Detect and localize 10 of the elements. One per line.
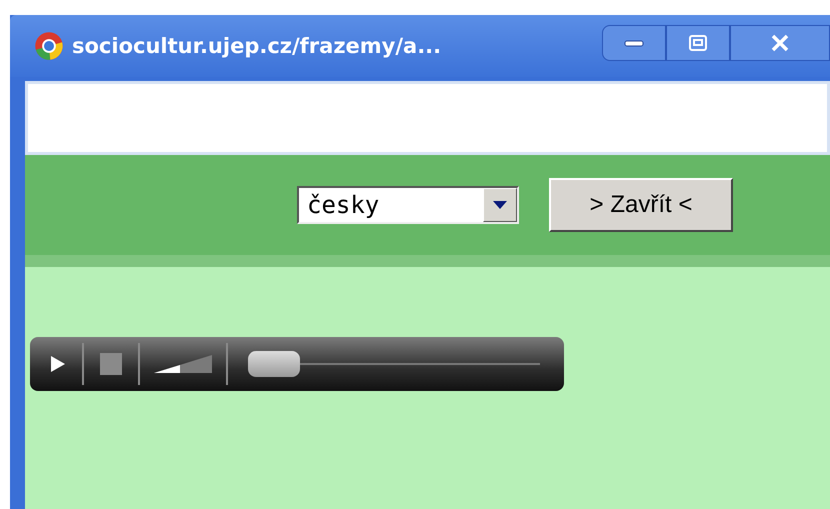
minimize-icon	[624, 38, 644, 48]
close-button[interactable]	[730, 25, 830, 61]
close-page-button[interactable]: > Zavřít <	[549, 178, 733, 232]
maximize-icon	[689, 35, 707, 51]
language-select[interactable]: česky	[297, 186, 519, 224]
minimize-button[interactable]	[602, 25, 666, 61]
browser-logo-icon	[34, 31, 64, 61]
close-icon	[770, 34, 790, 52]
maximize-button[interactable]	[666, 25, 730, 61]
window-title: sociocultur.ujep.cz/frazemy/a...	[72, 34, 442, 58]
